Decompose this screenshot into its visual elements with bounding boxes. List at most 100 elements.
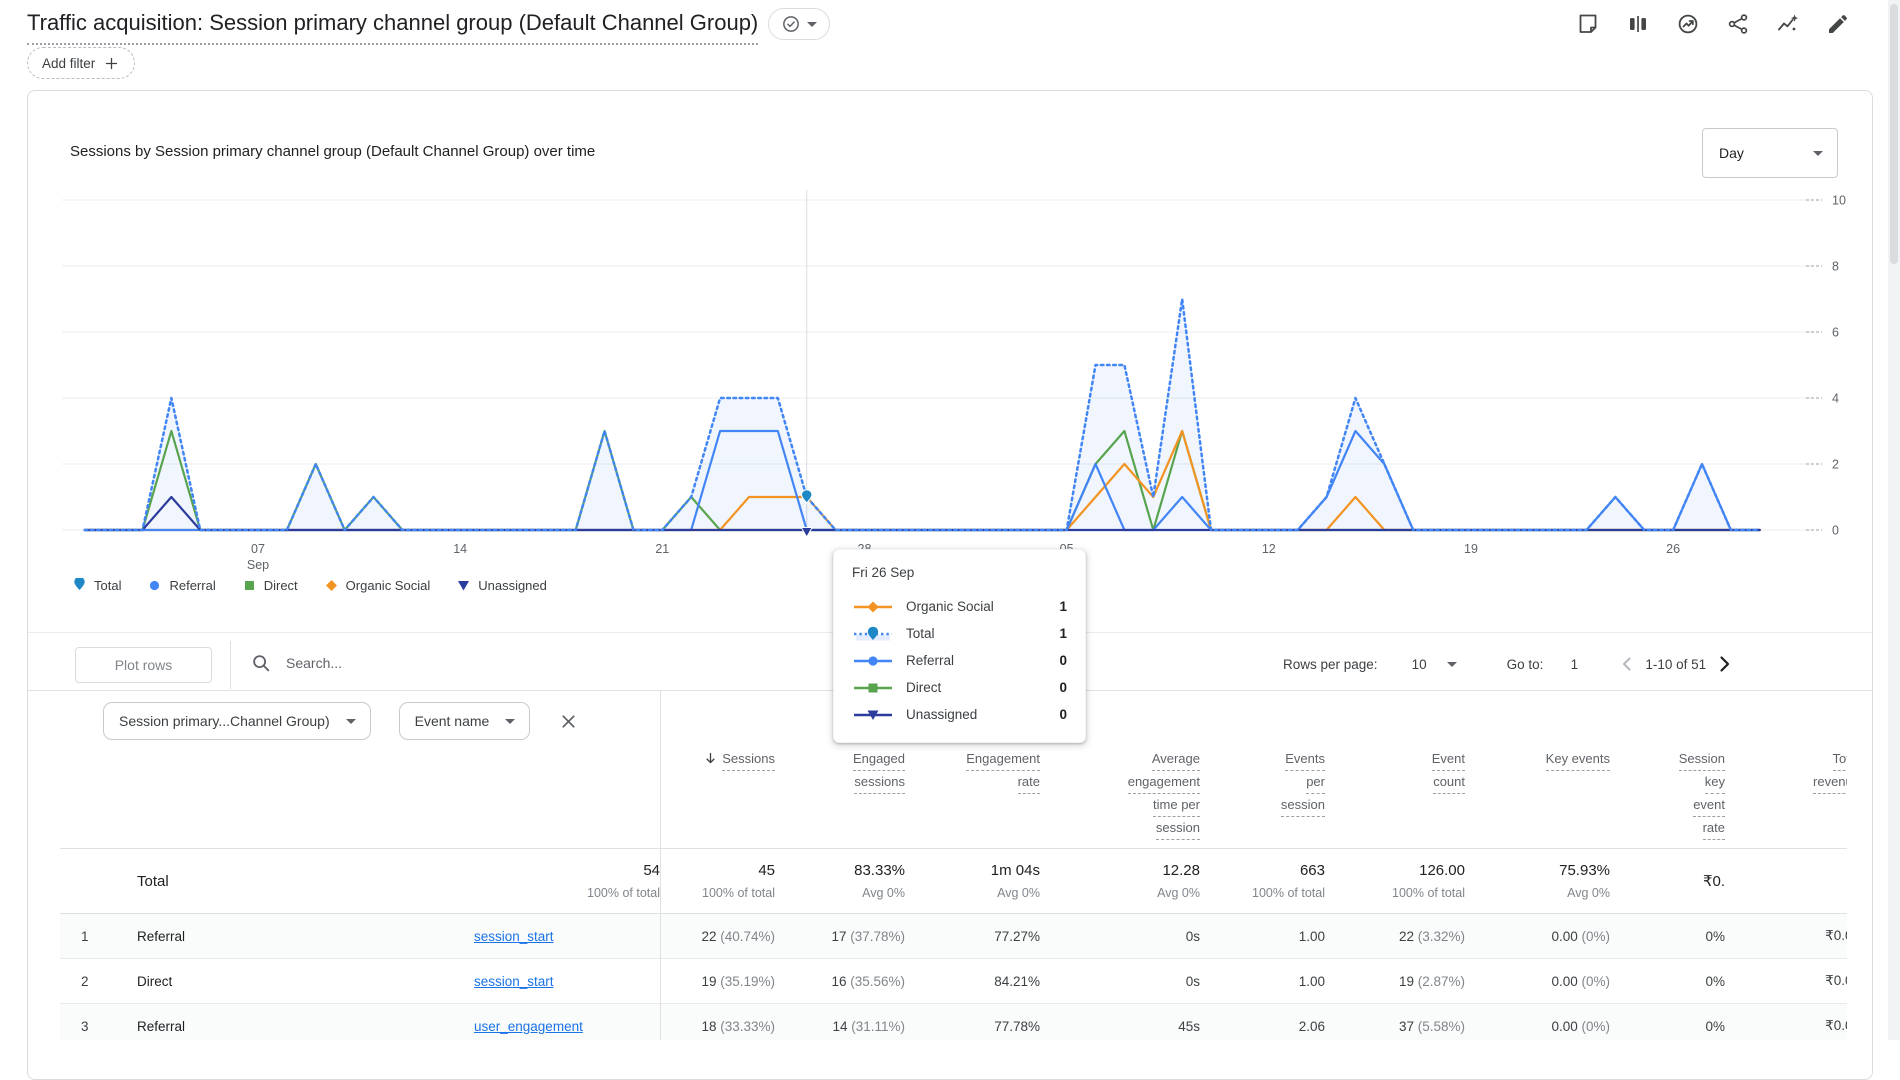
- total-metric-cell: 663100% of total: [1200, 862, 1325, 900]
- event-name-link[interactable]: user_engagement: [474, 1019, 583, 1034]
- event-name-link[interactable]: session_start: [474, 974, 554, 989]
- total-metric-cell: 1m 04sAvg 0%: [905, 862, 1040, 900]
- note-icon[interactable]: [1576, 12, 1600, 36]
- total-metric-subtext: 100% of total: [1325, 886, 1465, 900]
- column-header-session-key-event-rate[interactable]: Sessionkeyeventrate: [1610, 748, 1725, 840]
- metric-cell: 45s: [1040, 1019, 1200, 1034]
- total-metric-subtext: Avg 0%: [1040, 886, 1200, 900]
- row-number: 2: [60, 974, 120, 989]
- header-word: Total: [1833, 748, 1847, 771]
- caret-down-icon: [1447, 662, 1457, 667]
- metric-value: ₹0.00: [1825, 928, 1847, 943]
- circle-series-glyph: [852, 653, 894, 669]
- interval-value: Day: [1719, 145, 1744, 161]
- metric-value: 14: [832, 1019, 847, 1034]
- chart-legend: TotalReferralDirectOrganic SocialUnassig…: [72, 573, 547, 597]
- comparison-icon[interactable]: [1626, 12, 1650, 36]
- column-header-engagement-rate[interactable]: Engagementrate: [905, 748, 1040, 840]
- total-metric-value: 12.28: [1040, 862, 1200, 879]
- goto-label: Go to:: [1507, 657, 1544, 672]
- header-spacer: [450, 748, 660, 840]
- pagination-range: 1-10 of 51: [1645, 657, 1706, 672]
- table-row: 1Referralsession_start22 (40.74%)17 (37.…: [60, 914, 1847, 959]
- add-filter-button[interactable]: Add filter: [27, 47, 135, 79]
- column-header-engaged-sessions[interactable]: Engagedsessions: [775, 748, 905, 840]
- total-metric-subtext: 100% of total: [660, 886, 775, 900]
- metric-cell: ₹0.00: [1725, 1018, 1847, 1034]
- chart-title: Sessions by Session primary channel grou…: [70, 143, 595, 160]
- tooltip-series-value: 1: [1059, 599, 1067, 614]
- primary-dimension-select[interactable]: Session primary...Channel Group): [103, 702, 371, 740]
- goto-page-input[interactable]: [1557, 657, 1591, 672]
- legend-label: Organic Social: [346, 578, 431, 593]
- tooltip-row-direct: Direct0: [852, 674, 1067, 701]
- total-metric-value: 1m 04s: [905, 862, 1040, 879]
- metric-percent: (0%): [1578, 974, 1610, 989]
- tooltip-row-total: Total1: [852, 620, 1067, 647]
- column-header-total-revenue[interactable]: Totalrevenue: [1725, 748, 1847, 840]
- metric-cell: 37 (5.58%): [1325, 1019, 1465, 1034]
- metric-cell: ₹0.00: [1725, 928, 1847, 944]
- metric-value: 22: [701, 929, 716, 944]
- metric-value: 84.21%: [994, 974, 1040, 989]
- page-scrollbar[interactable]: [1888, 0, 1900, 1040]
- tooltip-series-name: Organic Social: [906, 599, 994, 614]
- metric-percent: (35.56%): [846, 974, 905, 989]
- interval-select[interactable]: Day: [1702, 128, 1838, 178]
- header-word: Engaged: [853, 748, 905, 771]
- column-header-key-events[interactable]: Key events: [1465, 748, 1610, 840]
- total-metric-subtext: 100% of total: [1200, 886, 1325, 900]
- column-header-events-per-session[interactable]: Eventspersession: [1200, 748, 1325, 840]
- metric-percent: (33.33%): [716, 1019, 775, 1034]
- total-metric-value: 75.93%: [1465, 862, 1610, 879]
- header-spacer: [120, 748, 450, 840]
- search-input[interactable]: [286, 655, 586, 671]
- chevron-right-icon[interactable]: [1712, 652, 1736, 676]
- tooltip-row-organic-social: Organic Social 1: [852, 593, 1067, 620]
- report-status-badge[interactable]: [768, 8, 830, 40]
- row-number: 3: [60, 1019, 120, 1034]
- tooltip-series-value: 0: [1059, 653, 1067, 668]
- metric-cell: 84.21%: [905, 974, 1040, 989]
- rows-per-page-select[interactable]: 10: [1412, 657, 1457, 672]
- insights-icon[interactable]: [1776, 12, 1800, 36]
- table-body: 1Referralsession_start22 (40.74%)17 (37.…: [60, 914, 1847, 1040]
- metric-value: 0%: [1705, 974, 1725, 989]
- scrollbar-thumb[interactable]: [1890, 4, 1898, 264]
- total-metric-subtext: Avg 0%: [1465, 886, 1610, 900]
- header-word: event: [1693, 794, 1725, 817]
- tooltip-series-value: 0: [1059, 680, 1067, 695]
- metric-value: 2.06: [1299, 1019, 1325, 1034]
- header-word: rate: [1703, 817, 1725, 840]
- rows-per-page-label: Rows per page:: [1283, 657, 1378, 672]
- column-header-average-engagement-time-per-session[interactable]: Averageengagementtime persession: [1040, 748, 1200, 840]
- pin-series-glyph: [852, 626, 894, 642]
- metric-cell: 0.00 (0%): [1465, 929, 1610, 944]
- header-word: Sessions: [722, 748, 775, 771]
- dimension-pickers: Session primary...Channel Group) Event n…: [103, 702, 579, 740]
- secondary-dimension-select[interactable]: Event name: [399, 702, 531, 740]
- legend-item-organic-social: Organic Social: [324, 578, 431, 593]
- chevron-left-icon[interactable]: [1615, 652, 1639, 676]
- table-search: [250, 652, 586, 674]
- metric-cell: 0%: [1610, 929, 1725, 944]
- event-name-link[interactable]: session_start: [474, 929, 554, 944]
- plot-rows-button[interactable]: Plot rows: [75, 647, 212, 683]
- close-icon[interactable]: [558, 711, 579, 732]
- metric-cell: 0.00 (0%): [1465, 974, 1610, 989]
- share-icon[interactable]: [1726, 12, 1750, 36]
- column-header-sessions[interactable]: Sessions: [660, 748, 775, 840]
- header-word: sessions: [854, 771, 905, 794]
- edit-icon[interactable]: [1826, 12, 1850, 36]
- total-metric-value: 45: [660, 862, 775, 879]
- trending-circle-icon[interactable]: [1676, 12, 1700, 36]
- channel-group-cell: Referral: [120, 1019, 450, 1034]
- sort-descending-icon: [703, 751, 718, 766]
- svg-text:8: 8: [1832, 260, 1839, 274]
- header-word: Session: [1679, 748, 1725, 771]
- pagination-controls: Rows per page: 10 Go to: 1-10 of 51: [1283, 652, 1736, 676]
- header-spacer: [60, 748, 120, 840]
- column-header-event-count[interactable]: Eventcount: [1325, 748, 1465, 840]
- tooltip-series-name: Unassigned: [906, 707, 977, 722]
- metric-value: 77.27%: [994, 929, 1040, 944]
